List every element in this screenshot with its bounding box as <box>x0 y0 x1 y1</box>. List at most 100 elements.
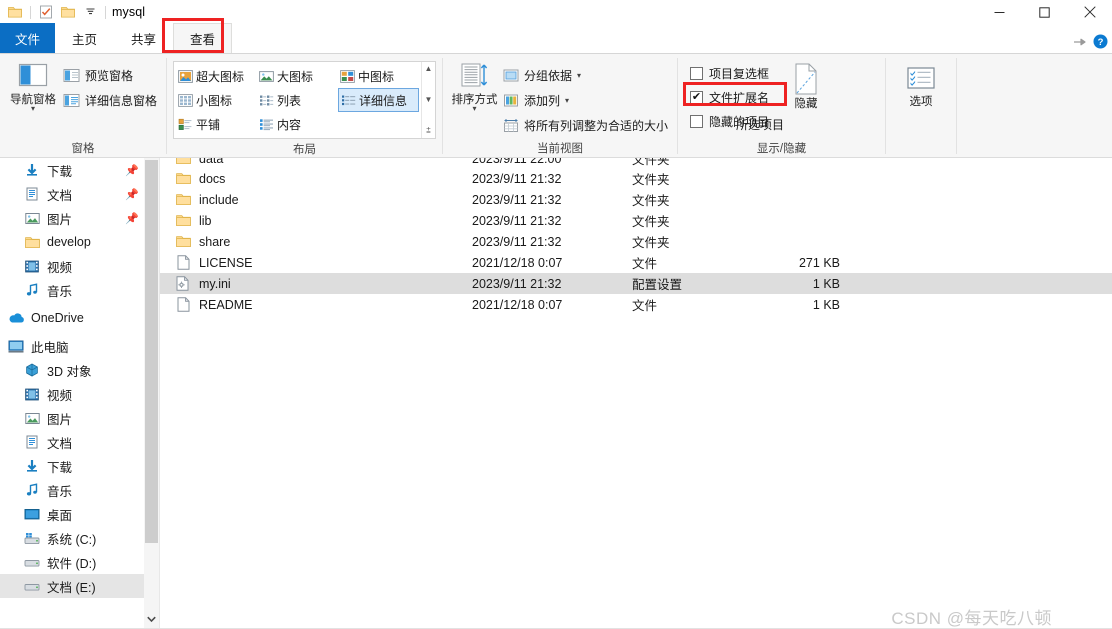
maximize-icon[interactable] <box>1022 0 1067 24</box>
view-layout-gallery[interactable]: 超大图标 大图标 中图标 小图标 列表 详细信息 平铺 内容 ▲ ▼ ⩲ <box>173 61 436 139</box>
file-date: 2023/9/11 21:32 <box>472 276 562 291</box>
sidebar-item-this-pc[interactable]: 此电脑 <box>0 334 145 358</box>
gallery-item-list[interactable]: 列表 <box>257 88 338 112</box>
group-by-label: 分组依据 <box>523 68 572 83</box>
preview-pane-icon <box>63 68 80 83</box>
file-name: README <box>199 297 253 312</box>
gallery-item-label: 中图标 <box>358 69 395 84</box>
pictures-icon <box>22 212 42 225</box>
pin-icon[interactable]: 📌 <box>125 212 139 225</box>
table-row[interactable]: LICENSE 2021/12/18 0:07 文件 271 KB <box>160 252 1112 273</box>
ribbon-group-panes-label: 窗格 <box>71 143 95 155</box>
table-row[interactable]: docs 2023/9/11 21:32 文件夹 <box>160 168 1112 189</box>
ini-file-icon <box>174 276 192 291</box>
music-icon <box>22 483 42 497</box>
sidebar-item-music[interactable]: 音乐 <box>0 478 145 502</box>
preview-pane-button[interactable]: 预览窗格 <box>60 64 160 86</box>
qat-dropdown-chevron-icon[interactable] <box>79 1 101 23</box>
pin-ribbon-icon[interactable] <box>1072 36 1087 48</box>
sidebar-item-system-c[interactable]: 系统 (C:) <box>0 526 145 550</box>
pin-icon[interactable]: 📌 <box>125 164 139 177</box>
details-pane-button[interactable]: 详细信息窗格 <box>60 89 160 111</box>
table-row[interactable]: my.ini 2023/9/11 21:32 配置设置 1 KB <box>160 273 1112 294</box>
folder-icon[interactable] <box>4 1 26 23</box>
sidebar-item-downloads-quick[interactable]: 下载 📌 <box>0 158 145 182</box>
gallery-item-content[interactable]: 内容 <box>257 112 338 136</box>
table-row[interactable]: data 2023/9/11 22:00 文件夹 <box>160 158 1112 168</box>
item-checkboxes-checkbox[interactable] <box>690 66 703 80</box>
ribbon: 导航窗格 ▾ 预览窗格 详细信息窗格 窗格 超大图标 大图标 中图标 小图标 列… <box>0 54 1112 158</box>
file-extensions-option[interactable]: 文件扩展名 <box>683 82 787 108</box>
file-name: my.ini <box>199 276 231 291</box>
folder-icon <box>174 193 192 206</box>
hide-selected-items-button[interactable]: 隐藏 <box>775 58 837 111</box>
table-row[interactable]: include 2023/9/11 21:32 文件夹 <box>160 189 1112 210</box>
sidebar-item-pictures-quick[interactable]: 图片 📌 <box>0 206 145 230</box>
navigation-pane-scrollbar[interactable] <box>144 158 159 628</box>
gallery-item-details[interactable]: 详细信息 <box>338 88 419 112</box>
chevron-down-icon[interactable] <box>144 611 159 628</box>
sidebar-item-onedrive[interactable]: OneDrive <box>0 306 145 330</box>
tab-share[interactable]: 共享 <box>114 23 173 53</box>
file-name: data <box>199 158 224 166</box>
group-by-button[interactable]: 分组依据 ▾ <box>500 64 671 86</box>
sidebar-item-software-d[interactable]: 软件 (D:) <box>0 550 145 574</box>
folder-icon <box>174 158 192 165</box>
gallery-scrollbar[interactable]: ▲ ▼ ⩲ <box>421 62 435 138</box>
sidebar-item-label: 图片 <box>47 412 73 427</box>
gallery-item-large-icons[interactable]: 大图标 <box>257 64 338 88</box>
gallery-scroll-up-icon[interactable]: ▲ <box>425 64 433 74</box>
navigation-pane-button[interactable]: 导航窗格 ▾ <box>6 58 60 113</box>
item-checkboxes-option[interactable]: 项目复选框 <box>688 62 771 84</box>
gallery-item-medium-icons[interactable]: 中图标 <box>338 64 419 88</box>
sidebar-item-3d-objects[interactable]: 3D 对象 <box>0 358 145 382</box>
sidebar-item-pictures[interactable]: 图片 <box>0 406 145 430</box>
sidebar-item-documents-e[interactable]: 文档 (E:) <box>0 574 145 598</box>
file-extensions-checkbox[interactable] <box>690 90 703 104</box>
sidebar-item-label: 系统 (C:) <box>47 532 97 547</box>
table-row[interactable]: share 2023/9/11 21:32 文件夹 <box>160 231 1112 252</box>
pin-icon[interactable]: 📌 <box>125 188 139 201</box>
hidden-items-checkbox[interactable] <box>690 114 703 128</box>
sidebar-item-videos[interactable]: 视频 <box>0 382 145 406</box>
sidebar-item-videos-quick[interactable]: 视频 <box>0 254 145 278</box>
navigation-pane-scroll-thumb[interactable] <box>145 160 158 543</box>
close-icon[interactable] <box>1067 0 1112 24</box>
minimize-icon[interactable] <box>977 0 1022 24</box>
help-icon[interactable]: ? <box>1093 34 1108 49</box>
view-layout-gallery-items: 超大图标 大图标 中图标 小图标 列表 详细信息 平铺 内容 <box>174 62 421 138</box>
tab-view[interactable]: 查看 <box>173 23 233 53</box>
gallery-expand-icon[interactable]: ⩲ <box>426 126 431 136</box>
gallery-scroll-down-icon[interactable]: ▼ <box>425 95 433 105</box>
window-title: mysql <box>112 5 146 19</box>
sidebar-item-label: 下载 <box>47 460 73 475</box>
qat-separator-1 <box>30 5 31 19</box>
ribbon-group-panes: 导航窗格 ▾ 预览窗格 详细信息窗格 窗格 <box>0 54 166 158</box>
gallery-item-tiles[interactable]: 平铺 <box>176 112 257 136</box>
gallery-item-small-icons[interactable]: 小图标 <box>176 88 257 112</box>
sidebar-item-develop[interactable]: develop <box>0 230 145 254</box>
sidebar-item-documents-quick[interactable]: 文档 📌 <box>0 182 145 206</box>
sort-by-button[interactable]: 排序方式 ▾ <box>449 58 500 113</box>
new-folder-icon[interactable] <box>57 1 79 23</box>
sidebar-item-desktop[interactable]: 桌面 <box>0 502 145 526</box>
tab-file[interactable]: 文件 <box>0 23 56 53</box>
size-columns-to-fit-button[interactable]: 将所有列调整为合适的大小 <box>500 114 671 136</box>
table-row[interactable]: lib 2023/9/11 21:32 文件夹 <box>160 210 1112 231</box>
small-icons-icon <box>178 93 193 107</box>
add-columns-button[interactable]: 添加列 ▾ <box>500 89 671 111</box>
sidebar-item-label: 音乐 <box>47 484 73 499</box>
file-icon <box>174 255 192 270</box>
sidebar-item-documents[interactable]: 文档 <box>0 430 145 454</box>
table-row[interactable]: README 2021/12/18 0:07 文件 1 KB <box>160 294 1112 315</box>
current-view-small-buttons: 分组依据 ▾ 添加列 ▾ 将所有列调整为合适的大小 <box>500 58 671 136</box>
extra-large-icons-icon <box>178 69 193 83</box>
sidebar-item-downloads[interactable]: 下载 <box>0 454 145 478</box>
sidebar-item-music-quick[interactable]: 音乐 <box>0 278 145 302</box>
options-button[interactable]: 选项 <box>892 58 950 109</box>
videos-icon <box>22 388 42 401</box>
gallery-item-extra-large-icons[interactable]: 超大图标 <box>176 64 257 88</box>
tab-home[interactable]: 主页 <box>55 23 114 53</box>
gallery-item-label: 超大图标 <box>196 69 245 84</box>
properties-icon[interactable] <box>35 1 57 23</box>
